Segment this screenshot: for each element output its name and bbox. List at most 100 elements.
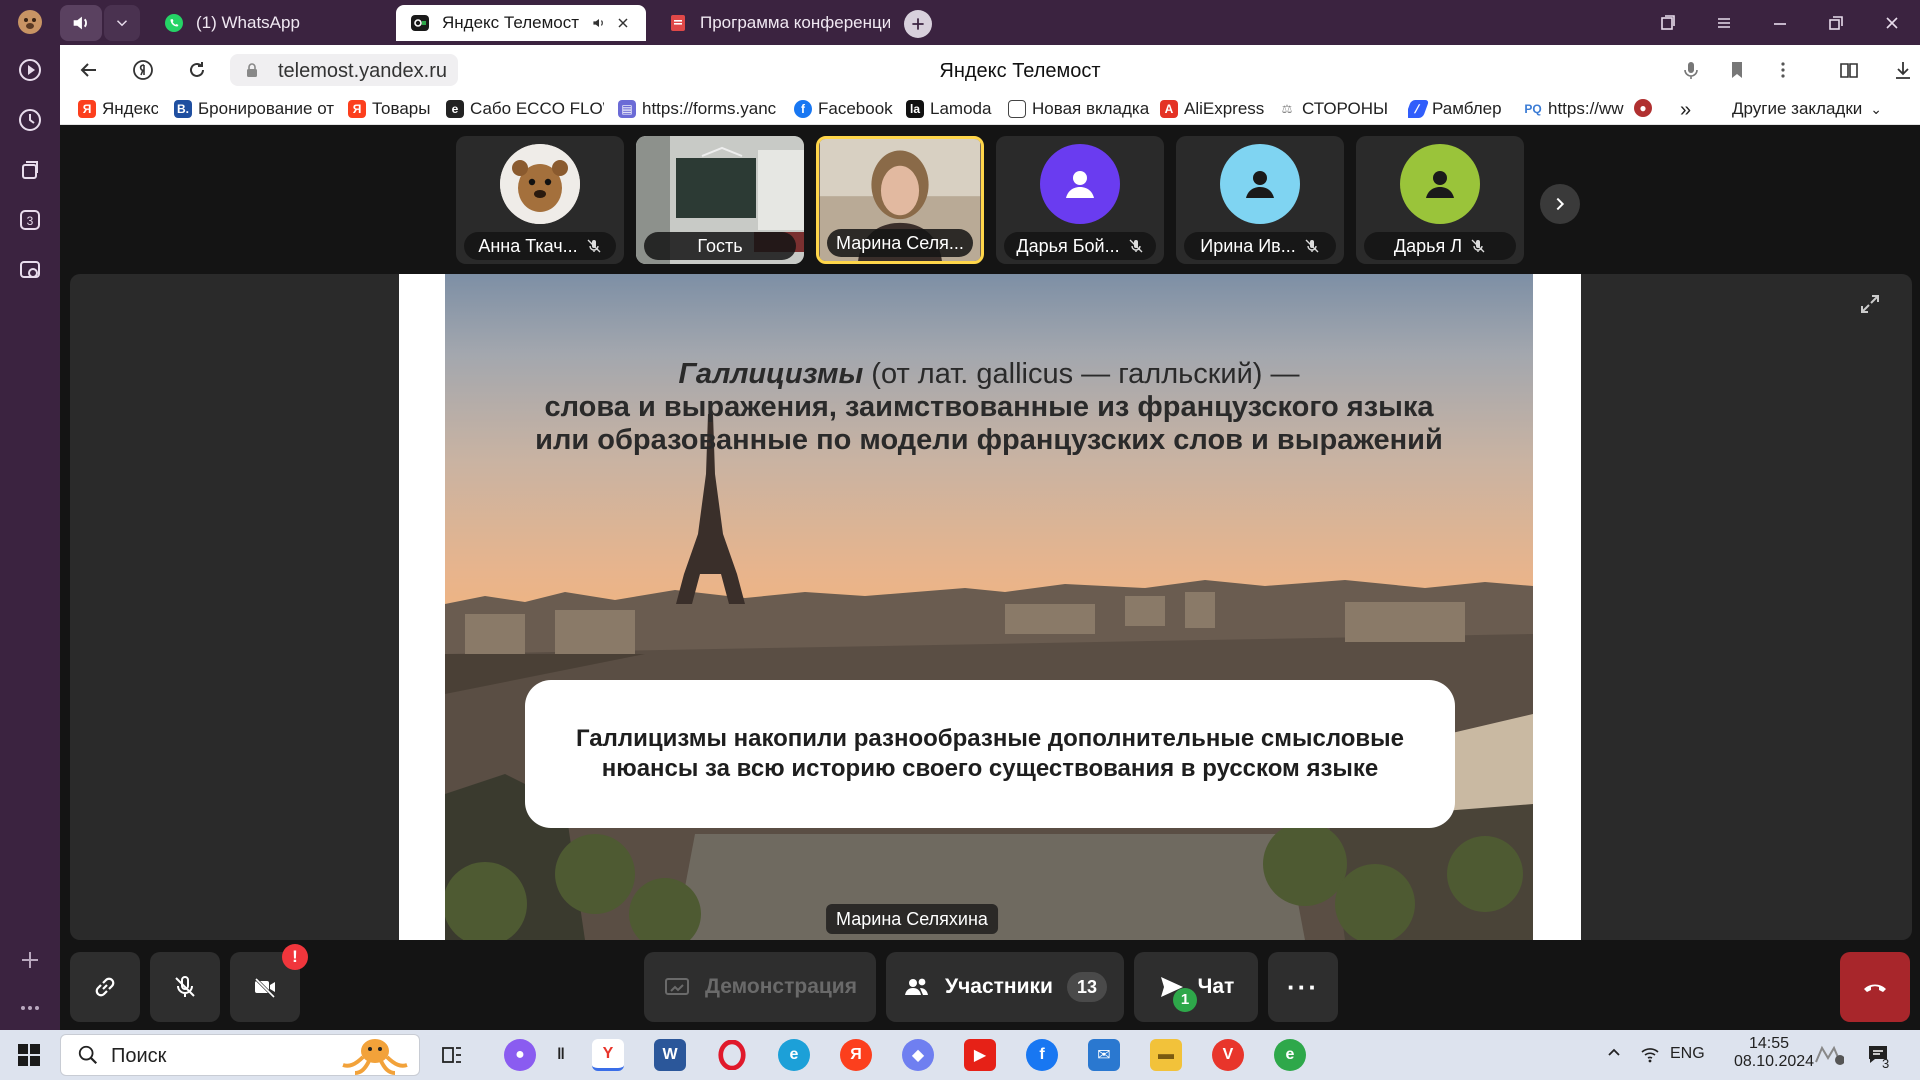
presenter-label: Марина Селяхина xyxy=(826,904,998,934)
bookmark-item[interactable]: Я Товары xyxy=(348,99,436,119)
rambler-icon: / xyxy=(1408,100,1430,118)
extension-icon[interactable]: ● xyxy=(1634,99,1656,117)
network-button[interactable] xyxy=(1640,1044,1660,1069)
more-bookmarks-button[interactable]: » xyxy=(1680,99,1704,122)
clock-date: 08.10.2024 xyxy=(1734,1053,1815,1070)
fullscreen-button[interactable] xyxy=(1852,286,1888,322)
meet-now-button[interactable] xyxy=(1814,1042,1845,1071)
mail-icon: ✉ xyxy=(1097,1047,1111,1064)
hexagon-icon: ◆ xyxy=(911,1047,925,1064)
participant-tile[interactable]: Гость xyxy=(636,136,804,264)
back-button[interactable] xyxy=(72,53,106,87)
notifications-button[interactable]: 3 xyxy=(1866,1042,1890,1071)
close-tab-icon[interactable] xyxy=(615,15,631,31)
bookmark-item[interactable]: A AliExpress xyxy=(1160,99,1270,119)
menu-button[interactable] xyxy=(1710,10,1738,36)
bookmark-label: Бронирование от xyxy=(198,99,334,118)
bookmark-item[interactable]: / Рамблер xyxy=(1408,99,1512,119)
bookmark-item[interactable]: B. Бронирование от xyxy=(174,99,334,119)
word-app[interactable]: W xyxy=(654,1039,686,1071)
tray-expand-button[interactable] xyxy=(1606,1044,1622,1065)
bookmark-label: https://forms.yanc xyxy=(642,99,777,118)
new-tab-button[interactable] xyxy=(904,10,932,38)
facebook-app[interactable]: f xyxy=(1026,1039,1058,1071)
more-panels-icon[interactable] xyxy=(12,990,48,1026)
bookmark-item[interactable]: ▤ https://forms.yanc xyxy=(618,99,778,119)
green-browser-app[interactable]: e xyxy=(1274,1039,1306,1071)
screen-share-button[interactable]: Демонстрация xyxy=(644,952,876,1022)
kebab-icon xyxy=(1781,62,1785,78)
voice-search-button[interactable] xyxy=(1674,53,1708,87)
more-options-button[interactable]: ··· xyxy=(1268,952,1338,1022)
yandex-app[interactable]: Я xyxy=(840,1039,872,1071)
reload-button[interactable] xyxy=(180,53,214,87)
tab-conference-program[interactable]: Программа конференции xyxy=(654,5,890,41)
bookmark-item[interactable]: f Facebook xyxy=(794,99,894,119)
shared-screen: Галлицизмы (от лат. gallicus — галльский… xyxy=(399,274,1581,940)
bookmark-item[interactable]: Я Яндекс xyxy=(78,99,158,119)
participants-button[interactable]: Участники 13 xyxy=(886,952,1124,1022)
participant-tile-speaking[interactable]: Марина Селя... xyxy=(816,136,984,264)
yandex-button[interactable] xyxy=(126,53,160,87)
microphone-toggle[interactable] xyxy=(150,952,220,1022)
bookmark-button[interactable] xyxy=(1720,53,1754,87)
participant-tile[interactable]: Анна Ткач... xyxy=(456,136,624,264)
profile-avatar[interactable] xyxy=(12,4,48,40)
audio-playing-tab[interactable] xyxy=(60,5,102,41)
yandex-browser-app[interactable]: Y xyxy=(592,1039,624,1071)
participant-tile[interactable]: Дарья Л xyxy=(1356,136,1524,264)
opera-app[interactable] xyxy=(716,1039,748,1071)
taskbar-separator: ‖ xyxy=(557,1046,565,1063)
bookmark-label: Facebook xyxy=(818,99,893,118)
task-view-button[interactable] xyxy=(436,1039,468,1071)
clock[interactable]: 14:55 08.10.2024 xyxy=(1734,1035,1815,1071)
alice-app[interactable]: ● xyxy=(504,1039,536,1071)
chat-button[interactable]: Чат xyxy=(1134,952,1258,1022)
counter-icon[interactable]: 3 xyxy=(12,202,48,238)
start-button[interactable] xyxy=(16,1042,42,1073)
add-panel-icon[interactable] xyxy=(12,942,48,978)
bookmark-label: Другие закладки xyxy=(1732,99,1863,118)
hang-up-button[interactable] xyxy=(1840,952,1910,1022)
play-icon[interactable] xyxy=(12,52,48,88)
tabs-dropdown[interactable] xyxy=(104,5,140,41)
plus-icon xyxy=(912,18,924,30)
youtube-app[interactable]: ▶ xyxy=(964,1039,996,1071)
slide-definition-line2: или образованные по модели французских с… xyxy=(535,424,1443,456)
restore-button[interactable] xyxy=(1822,10,1850,36)
url-field[interactable]: telemost.yandex.ru Яндекс Телемост xyxy=(230,54,1810,86)
bookmark-item[interactable]: PQ https://ww xyxy=(1524,99,1624,119)
messenger-app[interactable]: ◆ xyxy=(902,1039,934,1071)
other-bookmarks-button[interactable]: Другие закладки ⌄ xyxy=(1732,99,1902,119)
file-explorer-app[interactable]: ▬ xyxy=(1150,1039,1182,1071)
collections-icon[interactable] xyxy=(12,152,48,188)
user-icon xyxy=(1040,144,1120,224)
name-text: Гость xyxy=(697,235,743,256)
history-icon[interactable] xyxy=(12,102,48,138)
copy-link-button[interactable] xyxy=(70,952,140,1022)
page-menu-button[interactable] xyxy=(1766,53,1800,87)
slide-term: Галлицизмы xyxy=(678,358,864,390)
taskbar-search[interactable]: Поиск xyxy=(60,1034,420,1076)
language-indicator[interactable]: ENG xyxy=(1670,1045,1705,1063)
vivaldi-app[interactable]: V xyxy=(1212,1039,1244,1071)
edge-app[interactable]: e xyxy=(778,1039,810,1071)
tab-whatsapp[interactable]: (1) WhatsApp xyxy=(150,5,380,41)
mail-app[interactable]: ✉ xyxy=(1088,1039,1120,1071)
tab-telemost[interactable]: Яндекс Телемост xyxy=(396,5,646,41)
tab-audio-icon[interactable] xyxy=(591,15,607,31)
bookmark-label: Lamoda xyxy=(930,99,992,118)
screenshot-icon[interactable] xyxy=(12,252,48,288)
downloads-button[interactable] xyxy=(1886,53,1920,87)
close-window-button[interactable] xyxy=(1878,10,1906,36)
participant-tile[interactable]: Ирина Ив... xyxy=(1176,136,1344,264)
next-participants-button[interactable] xyxy=(1540,184,1580,224)
bookmark-item[interactable]: ⚖ СТОРОНЫ xyxy=(1278,99,1396,119)
reader-button[interactable] xyxy=(1832,53,1866,87)
tab-manager-button[interactable] xyxy=(1654,10,1682,36)
chevron-right-icon xyxy=(1556,197,1565,211)
bookmark-item[interactable]: e Сабо ECCO FLOW xyxy=(446,99,604,119)
participant-tile[interactable]: Дарья Бой... xyxy=(996,136,1164,264)
bookmark-item[interactable]: la Lamoda xyxy=(906,99,994,119)
minimize-button[interactable] xyxy=(1766,10,1794,36)
